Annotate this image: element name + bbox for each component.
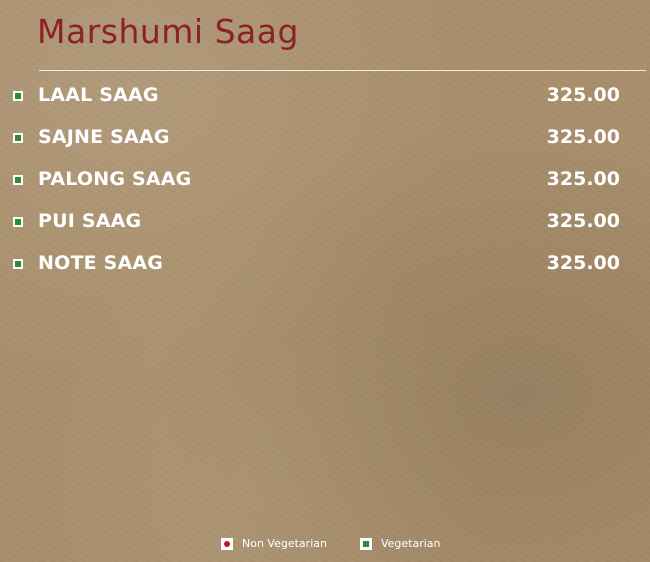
veg-mark-icon	[13, 91, 23, 101]
item-name: PUI SAAG	[38, 210, 142, 232]
item-name: PALONG SAAG	[38, 168, 192, 190]
veg-mark-icon	[13, 175, 23, 185]
veg-mark-icon	[359, 537, 372, 550]
legend-veg: Vegetarian	[359, 537, 441, 550]
item-name: NOTE SAAG	[38, 252, 164, 274]
section-title: Marshumi Saag	[37, 12, 299, 51]
veg-mark-icon	[13, 217, 23, 227]
legend-non-veg: Non Vegetarian	[221, 537, 327, 550]
veg-mark-icon	[13, 259, 23, 269]
legend-non-veg-label: Non Vegetarian	[242, 537, 327, 550]
item-price: 325.00	[546, 84, 620, 106]
menu-item: SAJNE SAAG 325.00	[0, 118, 650, 160]
legend-veg-label: Vegetarian	[380, 537, 441, 550]
item-price: 325.00	[546, 252, 620, 274]
diet-legend: Non Vegetarian Vegetarian	[221, 537, 441, 550]
menu-item: PUI SAAG 325.00	[0, 202, 650, 244]
non-veg-mark-icon	[221, 537, 233, 550]
item-price: 325.00	[546, 168, 620, 190]
menu-item: NOTE SAAG 325.00	[0, 244, 650, 286]
veg-mark-icon	[13, 133, 23, 143]
menu-item: LAAL SAAG 325.00	[0, 76, 650, 118]
menu-list: LAAL SAAG 325.00 SAJNE SAAG 325.00 PALON…	[0, 76, 650, 286]
item-name: LAAL SAAG	[38, 84, 159, 106]
item-price: 325.00	[546, 126, 620, 148]
title-divider	[39, 70, 646, 71]
menu-item: PALONG SAAG 325.00	[0, 160, 650, 202]
item-price: 325.00	[546, 210, 620, 232]
item-name: SAJNE SAAG	[38, 126, 170, 148]
